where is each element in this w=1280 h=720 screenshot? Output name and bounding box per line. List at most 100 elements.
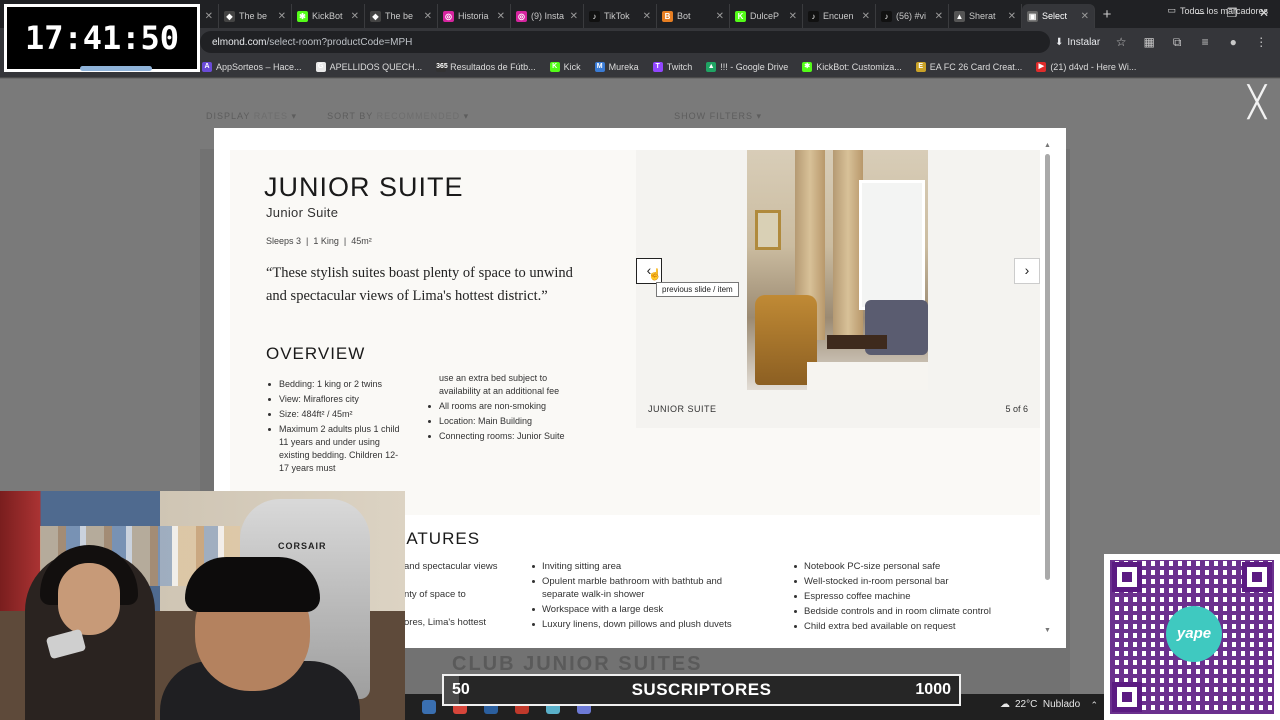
subscriber-goal-bar: 50 SUSCRIPTORES 1000 bbox=[442, 674, 961, 706]
bookmark-item[interactable]: ✱ KickBot: Customiza... bbox=[802, 61, 902, 72]
subscriber-label: SUSCRIPTORES bbox=[631, 680, 772, 699]
scroll-thumb[interactable] bbox=[1045, 154, 1050, 580]
tab-close-icon[interactable]: ✕ bbox=[862, 11, 870, 22]
new-tab-icon[interactable]: + bbox=[1095, 4, 1119, 28]
tab-title: Encuen bbox=[823, 11, 854, 21]
browser-tab[interactable]: ▣ Select ✕ bbox=[1022, 4, 1095, 28]
scroll-down-icon[interactable]: ▼ bbox=[1044, 627, 1051, 634]
overview-heading: OVERVIEW bbox=[266, 344, 366, 363]
tab-close-icon[interactable]: ✕ bbox=[1081, 11, 1089, 22]
overview-list-2: use an extra bed subject to availability… bbox=[426, 372, 566, 445]
url-text: elmond.com/select-room?productCode=MPH bbox=[212, 36, 413, 48]
address-bar[interactable]: elmond.com/select-room?productCode=MPH bbox=[200, 31, 1050, 53]
tab-title: Historia bbox=[458, 11, 489, 21]
tab-title: Sherat bbox=[969, 11, 996, 21]
tab-favicon-icon: ◎ bbox=[443, 10, 454, 22]
extension-icon[interactable]: ▦ bbox=[1142, 35, 1156, 49]
install-app-button[interactable]: ⬇ Instalar bbox=[1055, 37, 1100, 48]
qr-finder bbox=[1112, 562, 1142, 592]
window-shape bbox=[859, 180, 925, 310]
install-icon: ⬇ bbox=[1055, 36, 1064, 48]
list-item: Bedding: 1 king or 2 twins bbox=[266, 378, 406, 391]
all-bookmarks-button[interactable]: ▭ Todos los marcadores bbox=[1167, 5, 1268, 16]
browser-tab[interactable]: ♪ TikTok ✕ bbox=[584, 4, 657, 28]
bookmark-item[interactable]: ▲!!! - Google Drive bbox=[706, 61, 789, 72]
tab-close-icon[interactable]: ✕ bbox=[205, 11, 213, 22]
list-item: Notebook PC-size personal safe bbox=[792, 560, 1022, 573]
tab-favicon-icon: ▣ bbox=[1027, 10, 1038, 22]
room-subtitle: Junior Suite bbox=[266, 205, 339, 220]
tab-favicon-icon: ♪ bbox=[881, 10, 892, 22]
show-filters-button[interactable]: SHOW FILTERS ▾ bbox=[674, 111, 762, 122]
bookmark-item[interactable]: E EA FC 26 Card Creat... bbox=[915, 61, 1023, 72]
tab-close-icon[interactable]: ✕ bbox=[351, 11, 359, 22]
browser-tab[interactable]: ◎ (9) Insta ✕ bbox=[511, 4, 584, 28]
list-item: use an extra bed subject to availability… bbox=[439, 373, 560, 396]
bookmark-favicon-icon: ▶ bbox=[1036, 61, 1047, 72]
next-slide-button[interactable]: › bbox=[1014, 258, 1040, 284]
tab-close-icon[interactable]: ✕ bbox=[570, 11, 578, 22]
browser-tab[interactable]: ♪ (56) #vi ✕ bbox=[876, 4, 949, 28]
tab-close-icon[interactable]: ✕ bbox=[716, 11, 724, 22]
bookmark-label: !!! - Google Drive bbox=[720, 61, 789, 72]
bookmark-favicon-icon: 365 bbox=[436, 61, 448, 72]
list-item: Workspace with a large desk bbox=[530, 603, 750, 616]
close-modal-icon[interactable]: ╳ bbox=[1244, 88, 1270, 118]
tab-title: (56) #vi bbox=[896, 11, 927, 21]
display-filter[interactable]: DISPLAY RATES ▾ bbox=[206, 111, 297, 122]
tab-close-icon[interactable]: ✕ bbox=[935, 11, 943, 22]
browser-tab[interactable]: K DulceP ✕ bbox=[730, 4, 803, 28]
browser-tab[interactable]: ♪ Encuen ✕ bbox=[803, 4, 876, 28]
browser-tab[interactable]: ▲ Sherat ✕ bbox=[949, 4, 1022, 28]
bookmark-favicon-icon: A bbox=[202, 61, 212, 72]
room-photo bbox=[747, 150, 928, 390]
browser-tab[interactable]: B Bot ✕ bbox=[657, 4, 730, 28]
modal-scrollbar[interactable]: ▲ ▼ bbox=[1043, 142, 1051, 634]
bookmark-label: EA FC 26 Card Creat... bbox=[929, 61, 1023, 72]
bookmark-item[interactable]: A AppSorteos – Hace... bbox=[202, 61, 302, 72]
file-explorer-icon[interactable] bbox=[422, 700, 436, 714]
browser-menu-icon[interactable]: ⋮ bbox=[1254, 35, 1268, 49]
list-item: Luxury linens, down pillows and plush du… bbox=[530, 618, 750, 631]
tab-close-icon[interactable]: ✕ bbox=[424, 11, 432, 22]
tab-close-icon[interactable]: ✕ bbox=[1008, 11, 1016, 22]
tab-favicon-icon: ▲ bbox=[954, 10, 965, 22]
tooltip: previous slide / item bbox=[656, 282, 739, 297]
tab-close-icon[interactable]: ✕ bbox=[278, 11, 286, 22]
profile-avatar[interactable]: ● bbox=[1226, 35, 1240, 49]
folder-icon: ▭ bbox=[1167, 5, 1176, 15]
weather-widget[interactable]: ☁ 22°C Nublado bbox=[1000, 699, 1080, 710]
bookmark-label: Resultados de Fútb... bbox=[450, 61, 536, 72]
puzzle-icon[interactable]: ⧉ bbox=[1170, 35, 1184, 50]
bookmark-item[interactable]: ▶ (21) d4vd - Here Wi... bbox=[1036, 61, 1136, 72]
list-item: Inviting sitting area bbox=[530, 560, 750, 573]
bookmark-label: Kick bbox=[563, 61, 581, 72]
cloud-icon: ☁ bbox=[1000, 699, 1010, 710]
browser-tab[interactable]: ◆ The be ✕ bbox=[365, 4, 438, 28]
bookmark-item[interactable]: G APELLIDOS QUECH... bbox=[315, 61, 422, 72]
browser-tab[interactable]: ◆ The be ✕ bbox=[219, 4, 292, 28]
bookmark-star-icon[interactable]: ☆ bbox=[1114, 35, 1128, 49]
bookmark-item[interactable]: M Mureka bbox=[594, 61, 639, 72]
sort-filter[interactable]: SORT BY RECOMMENDED ▾ bbox=[327, 111, 469, 122]
tab-close-icon[interactable]: ✕ bbox=[643, 11, 651, 22]
room-gallery: ‹ ☝ previous slide / item › JUNIOR SUITE… bbox=[636, 150, 1040, 428]
bookmark-item[interactable]: K Kick bbox=[549, 61, 581, 72]
tab-close-icon[interactable]: ✕ bbox=[789, 11, 797, 22]
tab-favicon-icon: ♪ bbox=[589, 10, 600, 22]
room-quote: “These stylish suites boast plenty of sp… bbox=[266, 265, 573, 304]
mouse-pointer-icon: ☝ bbox=[648, 269, 662, 281]
webcam-feed: CORSAIR bbox=[0, 491, 405, 720]
room-specs: Sleeps 3 | 1 King | 45m² bbox=[266, 236, 372, 246]
browser-tab[interactable]: ✱ KickBot ✕ bbox=[292, 4, 365, 28]
bookmark-item[interactable]: T Twitch bbox=[652, 61, 692, 72]
browser-tab[interactable]: ◎ Historia ✕ bbox=[438, 4, 511, 28]
scroll-up-icon[interactable]: ▲ bbox=[1044, 142, 1051, 149]
tray-chevron-icon[interactable]: ⌃ bbox=[1090, 700, 1098, 711]
bookmark-item[interactable]: 365 Resultados de Fútb... bbox=[436, 61, 536, 72]
tab-title: KickBot bbox=[312, 11, 343, 21]
media-control-icon[interactable]: ≡ bbox=[1198, 35, 1212, 49]
tab-favicon-icon: ♪ bbox=[808, 10, 819, 22]
tab-title: Select bbox=[1042, 11, 1068, 21]
tab-close-icon[interactable]: ✕ bbox=[497, 11, 505, 22]
